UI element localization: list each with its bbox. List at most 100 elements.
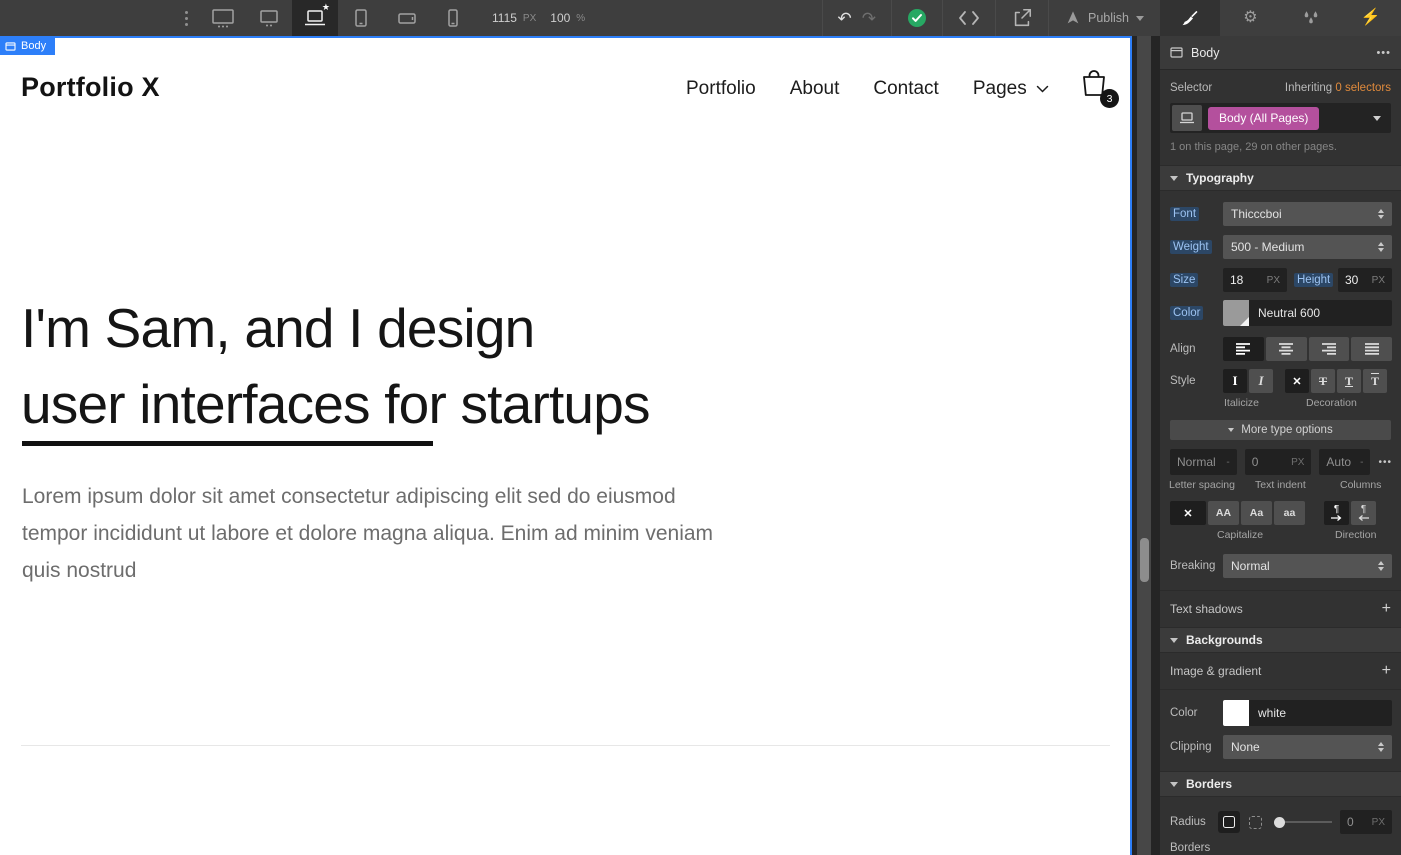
zoom-level-value[interactable]: 100 xyxy=(550,11,570,25)
site-logo[interactable]: Portfolio X xyxy=(21,72,160,103)
font-select[interactable]: Thicccboi xyxy=(1223,202,1392,226)
more-type-options-label: More type options xyxy=(1241,424,1332,436)
text-shadows-add-button[interactable]: + xyxy=(1382,601,1391,617)
capitalize-uppercase-button[interactable]: AA xyxy=(1208,501,1239,525)
background-color-swatch[interactable] xyxy=(1223,700,1249,726)
ltr-arrow-icon xyxy=(1331,515,1342,521)
cart-button[interactable]: 3 xyxy=(1080,68,1126,114)
align-right-icon xyxy=(1321,342,1337,356)
panel-tab-element-settings[interactable]: ⚙ xyxy=(1220,0,1280,36)
direction-rtl-button[interactable]: ¶ xyxy=(1351,501,1376,525)
breaking-select[interactable]: Normal xyxy=(1223,554,1392,578)
text-color-input[interactable]: Neutral 600 xyxy=(1223,300,1392,326)
clipping-select[interactable]: None xyxy=(1223,735,1392,759)
weight-select[interactable]: 500 - Medium xyxy=(1223,235,1392,259)
section-typography-header[interactable]: Typography xyxy=(1160,165,1401,191)
background-color-row: Color white xyxy=(1160,700,1401,726)
align-right-button[interactable] xyxy=(1309,337,1350,361)
capitalize-lowercase-button[interactable]: aa xyxy=(1274,501,1305,525)
letter-spacing-input[interactable]: Normal- xyxy=(1170,449,1237,475)
align-center-button[interactable] xyxy=(1266,337,1307,361)
breakpoint-star-icon: ★ xyxy=(322,3,330,12)
breakpoint-phone-portrait-button[interactable] xyxy=(430,0,476,36)
breakpoint-phone-landscape-button[interactable] xyxy=(384,0,430,36)
decoration-overline-button[interactable]: T xyxy=(1371,374,1379,389)
height-input[interactable]: 30PX xyxy=(1338,268,1392,292)
borders-sides-label: Borders xyxy=(1160,842,1401,854)
section-borders-header[interactable]: Borders xyxy=(1160,771,1401,797)
undo-button[interactable]: ↶ xyxy=(838,10,852,27)
style-row: Style I I ✕ T T T xyxy=(1160,369,1401,393)
clipping-label: Clipping xyxy=(1170,741,1223,753)
inheriting-info[interactable]: Inheriting 0 selectors xyxy=(1285,82,1391,94)
section-backgrounds-header[interactable]: Backgrounds xyxy=(1160,627,1401,653)
radius-individual-corners-button[interactable] xyxy=(1244,811,1266,833)
selector-laptop-icon xyxy=(1179,112,1195,124)
breakpoint-tablet-button[interactable] xyxy=(338,0,384,36)
selector-label: Selector xyxy=(1170,82,1212,94)
toolbar-flex-spacer xyxy=(585,0,821,36)
height-label: Height xyxy=(1294,274,1338,286)
font-value: Thicccboi xyxy=(1231,207,1282,221)
radius-all-corners-button[interactable] xyxy=(1218,811,1240,833)
selector-dropdown-caret-icon[interactable] xyxy=(1373,116,1381,125)
heading-underline xyxy=(22,441,433,446)
radius-slider-handle[interactable] xyxy=(1274,817,1285,828)
decoration-strikethrough-button[interactable]: T xyxy=(1319,374,1327,389)
borders-collapse-icon xyxy=(1170,782,1178,787)
toolbar-overflow-menu[interactable] xyxy=(172,0,200,36)
publish-label: Publish xyxy=(1088,11,1129,25)
text-indent-input[interactable]: 0PX xyxy=(1245,449,1312,475)
capitalize-none-button[interactable]: ✕ xyxy=(1170,501,1206,525)
capitalize-capitalize-button[interactable]: Aa xyxy=(1241,501,1272,525)
body-selected-badge[interactable]: Body xyxy=(0,38,55,55)
code-icon xyxy=(958,10,980,26)
typography-more-menu-button[interactable]: ••• xyxy=(1378,457,1392,468)
canvas-resize-track xyxy=(1137,36,1151,855)
publish-caret-icon xyxy=(1136,16,1144,25)
redo-button[interactable]: ↷ xyxy=(862,10,876,27)
saved-status-button[interactable] xyxy=(892,0,942,36)
selector-usage: 1 on this page, 29 on other pages. xyxy=(1170,141,1391,153)
align-justify-button[interactable] xyxy=(1351,337,1392,361)
panel-tab-style-manager[interactable] xyxy=(1281,0,1341,36)
share-button[interactable] xyxy=(996,0,1048,36)
code-export-button[interactable] xyxy=(943,0,995,36)
image-gradient-add-button[interactable]: + xyxy=(1382,663,1391,679)
breakpoint-laptop-button[interactable]: ★ xyxy=(292,0,338,36)
selector-field[interactable]: Body (All Pages) xyxy=(1170,103,1391,133)
decoration-none-button[interactable]: ✕ xyxy=(1285,369,1309,393)
radius-input[interactable]: 0PX xyxy=(1340,810,1392,834)
direction-ltr-button[interactable]: ¶ xyxy=(1324,501,1349,525)
publish-button[interactable]: Publish xyxy=(1049,0,1160,36)
radius-individual-corners-icon xyxy=(1249,816,1262,829)
panel-tab-interactions[interactable]: ⚡ xyxy=(1341,0,1401,36)
breakpoint-desktop-large-button[interactable] xyxy=(200,0,246,36)
breakpoint-desktop-button[interactable] xyxy=(246,0,292,36)
background-color-input[interactable]: white xyxy=(1223,700,1392,726)
italic-on-button[interactable]: I xyxy=(1249,369,1273,393)
more-type-options-button[interactable]: More type options xyxy=(1170,420,1391,440)
selector-breakpoint-button[interactable] xyxy=(1172,105,1202,131)
nav-link-pages[interactable]: Pages xyxy=(973,78,1049,100)
italic-off-button[interactable]: I xyxy=(1223,369,1247,393)
canvas-width-unit: PX xyxy=(523,13,536,24)
panel-tabs: ⚙ ⚡ xyxy=(1160,0,1401,36)
radius-slider[interactable] xyxy=(1274,817,1332,828)
zoom-level-unit: % xyxy=(576,13,585,24)
selector-tag[interactable]: Body (All Pages) xyxy=(1208,107,1319,130)
image-gradient-label: Image & gradient xyxy=(1170,664,1261,678)
canvas-resize-handle[interactable] xyxy=(1140,538,1149,582)
nav-link-portfolio[interactable]: Portfolio xyxy=(686,78,756,100)
nav-link-contact[interactable]: Contact xyxy=(873,78,938,100)
design-canvas[interactable]: Body Portfolio X Portfolio About Contact… xyxy=(0,36,1132,855)
decoration-underline-button[interactable]: T xyxy=(1345,374,1353,389)
nav-link-about[interactable]: About xyxy=(790,78,840,100)
text-color-swatch[interactable] xyxy=(1223,300,1249,326)
columns-input[interactable]: Auto- xyxy=(1319,449,1370,475)
panel-tab-style[interactable] xyxy=(1160,0,1220,36)
panel-menu-button[interactable]: ••• xyxy=(1376,47,1391,59)
canvas-width-value[interactable]: 1115 xyxy=(492,11,517,25)
align-left-button[interactable] xyxy=(1223,337,1264,361)
size-input[interactable]: 18PX xyxy=(1223,268,1287,292)
